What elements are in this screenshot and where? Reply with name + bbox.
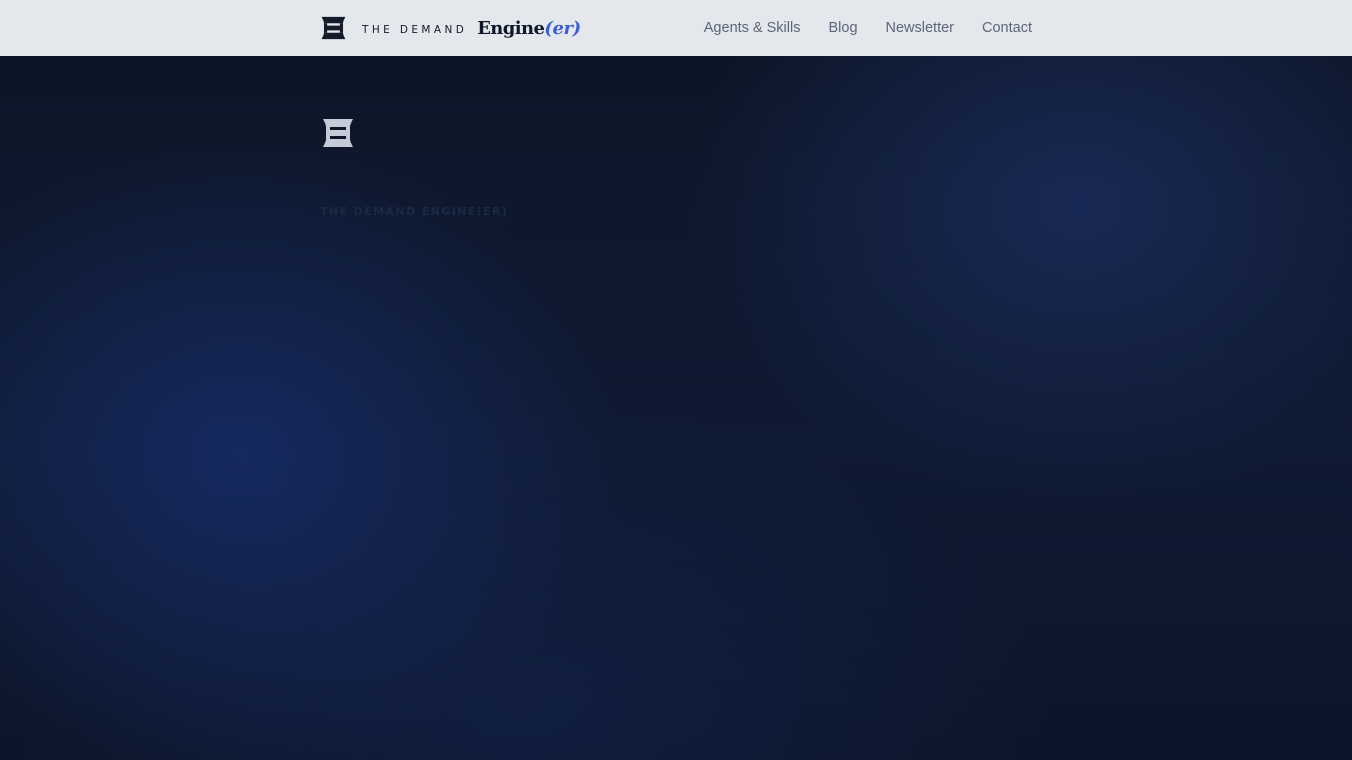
nav-link-agents-skills[interactable]: Agents & Skills — [704, 20, 801, 36]
brand-mark-icon — [323, 119, 353, 147]
brand-mark-icon — [321, 16, 346, 40]
top-navbar: THE DEMAND Engine (er) Agents & Skills Bl… — [0, 0, 1352, 56]
brand-prefix-text: THE DEMAND — [362, 24, 468, 36]
hero-section: THE DEMAND ENGINE(ER) — [0, 56, 1352, 760]
nav-link-blog[interactable]: Blog — [828, 20, 857, 36]
nav-link-newsletter[interactable]: Newsletter — [886, 20, 955, 36]
main-nav: Agents & Skills Blog Newsletter Contact — [704, 0, 1032, 56]
brand-suffix-text: (er) — [544, 17, 581, 39]
nav-link-contact[interactable]: Contact — [982, 20, 1032, 36]
brand-logo-link[interactable]: THE DEMAND Engine (er) — [320, 14, 581, 42]
brand-word-text: Engine — [477, 17, 545, 39]
hero-eyebrow-text: THE DEMAND ENGINE(ER) — [320, 205, 509, 218]
